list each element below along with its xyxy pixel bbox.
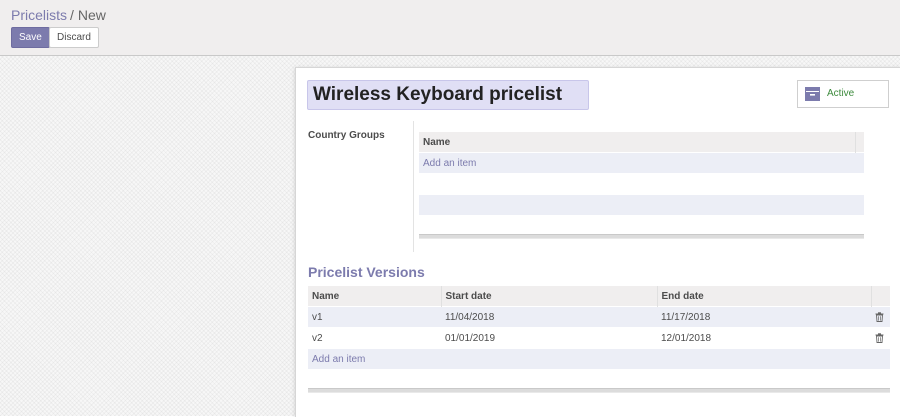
pricelist-versions-table: Name Start date End date v1 11/04/2018 1… [308, 286, 890, 369]
country-groups-table: Name Add an item [419, 132, 864, 215]
table-footer [308, 388, 890, 393]
version-name-cell[interactable]: v1 [308, 306, 441, 328]
column-header-spacer [871, 286, 890, 307]
field-divider [413, 121, 414, 252]
delete-cell[interactable] [871, 306, 890, 328]
active-toggle-button[interactable]: Active [797, 80, 889, 108]
discard-button[interactable]: Discard [49, 27, 99, 48]
add-item-row: Add an item [308, 348, 890, 369]
table-row[interactable]: v1 11/04/2018 11/17/2018 [308, 306, 890, 328]
table-row [419, 173, 864, 195]
pricelist-name-input[interactable]: Wireless Keyboard pricelist [307, 80, 589, 110]
control-panel: Pricelists / New Save Discard [0, 0, 900, 56]
trash-icon[interactable] [875, 333, 884, 343]
table-row [419, 194, 864, 215]
trash-icon[interactable] [875, 312, 884, 322]
breadcrumb-current: New [77, 7, 106, 23]
breadcrumb-separator: / [70, 7, 74, 23]
column-header-name[interactable]: Name [419, 132, 856, 153]
country-groups-add-item-link[interactable]: Add an item [419, 152, 864, 174]
column-header-name[interactable]: Name [308, 286, 442, 307]
version-end-cell[interactable]: 11/17/2018 [657, 306, 871, 328]
archive-icon [805, 87, 820, 101]
form-sheet: Wireless Keyboard pricelist Active Count… [295, 67, 900, 417]
breadcrumb: Pricelists / New [11, 7, 106, 23]
version-start-cell[interactable]: 11/04/2018 [441, 306, 657, 328]
version-name-cell[interactable]: v2 [308, 327, 441, 349]
version-end-cell[interactable]: 12/01/2018 [657, 327, 871, 349]
active-label: Active [827, 88, 855, 99]
column-header-spacer [855, 132, 864, 153]
table-footer [419, 234, 864, 239]
breadcrumb-pricelists-link[interactable]: Pricelists [11, 7, 67, 23]
table-row[interactable]: v2 01/01/2019 12/01/2018 [308, 327, 890, 349]
pricelist-versions-title: Pricelist Versions [308, 264, 425, 280]
column-header-start-date[interactable]: Start date [441, 286, 658, 307]
version-start-cell[interactable]: 01/01/2019 [441, 327, 657, 349]
save-button[interactable]: Save [11, 27, 50, 48]
column-header-end-date[interactable]: End date [657, 286, 872, 307]
add-item-row: Add an item [419, 152, 864, 174]
country-groups-label: Country Groups [308, 130, 385, 141]
delete-cell[interactable] [871, 327, 890, 349]
versions-add-item-link[interactable]: Add an item [308, 348, 890, 369]
